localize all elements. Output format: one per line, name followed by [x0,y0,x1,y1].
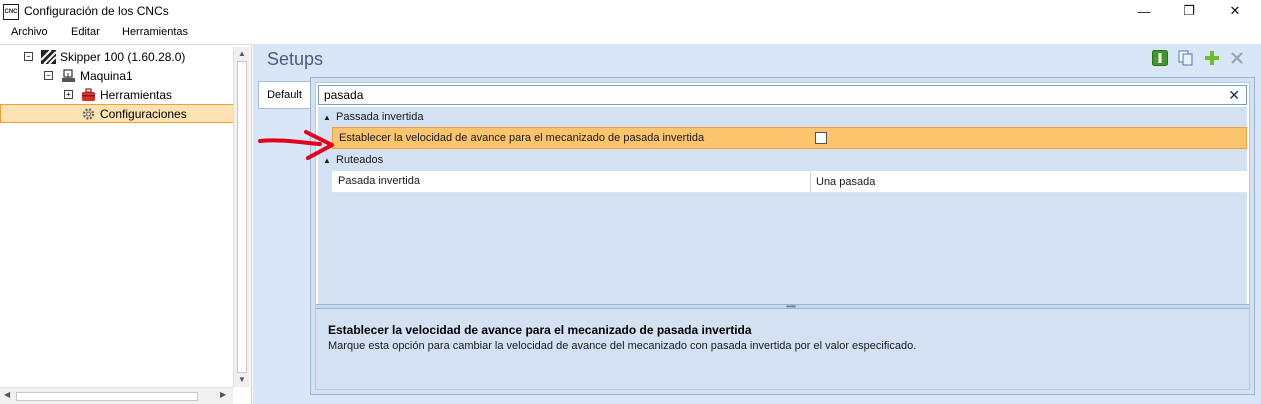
scroll-left-icon[interactable]: ◀ [4,390,10,399]
tree-node-configuraciones[interactable]: Configuraciones [81,104,187,123]
category-label: Passada invertida [336,111,424,123]
tab-default[interactable]: Default [258,81,310,109]
info-icon[interactable] [1151,49,1169,67]
app-icon-text: CNC [4,9,18,15]
help-panel: Establecer la velocidad de avance para e… [316,309,1249,389]
scroll-thumb[interactable] [237,61,247,373]
category-label: Ruteados [336,154,384,166]
machine-stripes-icon [40,48,57,65]
property-row[interactable]: Pasada invertida Una pasada [332,171,1247,193]
property-editor: ✕ ▲ Passada invertida Establecer la velo… [315,82,1250,390]
tree-panel: − Skipper 100 (1.60.28.0) − Maquina1 + H… [0,44,252,404]
property-value[interactable]: Una pasada [810,171,875,192]
tree-node-skipper[interactable]: − Skipper 100 (1.60.28.0) [24,47,185,66]
collapse-icon[interactable]: − [24,52,33,61]
scroll-right-icon[interactable]: ▶ [220,390,226,399]
minimize-button[interactable]: — [1121,0,1167,22]
setups-panel: Setups Default ✕ ▲ Passada invertida Est… [253,44,1261,404]
property-row-selected[interactable]: Establecer la velocidad de avance para e… [332,127,1247,149]
tree-node-label: Skipper 100 (1.60.28.0) [60,49,186,64]
clear-search-icon[interactable]: ✕ [1228,87,1240,104]
close-button[interactable]: ✕ [1212,0,1258,22]
app-icon: CNC [3,4,19,20]
menu-editar[interactable]: Editar [71,26,100,38]
property-grid: ▲ Passada invertida Establecer la veloci… [318,107,1247,304]
category-passada-invertida[interactable]: ▲ Passada invertida [318,107,1247,127]
toolbox-icon [81,87,96,102]
search-input[interactable] [319,86,1199,104]
machine-icon [61,68,76,83]
setup-content-frame: ✕ ▲ Passada invertida Establecer la velo… [310,77,1255,395]
collapse-icon[interactable]: − [44,71,53,80]
scroll-up-icon[interactable]: ▲ [238,49,246,58]
tree-horizontal-scrollbar[interactable]: ◀ ▶ [0,387,233,404]
window-title: Configuración de los CNCs [24,4,169,18]
help-title: Establecer la velocidad de avance para e… [328,323,752,337]
expand-icon[interactable]: + [64,90,73,99]
menu-herramientas[interactable]: Herramientas [122,26,188,38]
tree-vertical-scrollbar[interactable]: ▲ ▼ [233,47,250,387]
property-name: Pasada invertida [338,175,420,187]
gear-icon [81,107,96,121]
help-description: Marque esta opción para cambiar la veloc… [328,340,917,352]
property-checkbox[interactable] [815,132,827,144]
maximize-button[interactable]: ❐ [1166,0,1212,22]
copy-icon[interactable] [1177,49,1195,67]
collapse-caret-icon[interactable]: ▲ [318,113,336,122]
red-arrow-annotation [258,130,334,160]
tree-node-maquina1[interactable]: − Maquina1 [44,66,133,85]
add-icon[interactable] [1203,49,1221,67]
category-ruteados[interactable]: ▲ Ruteados [318,150,1247,170]
page-title: Setups [267,49,324,69]
menu-archivo[interactable]: Archivo [11,26,48,38]
tree-node-label: Herramientas [100,87,173,102]
property-name: Establecer la velocidad de avance para e… [339,132,705,144]
search-field[interactable]: ✕ [318,85,1247,105]
title-bar: CNC Configuración de los CNCs — ❐ ✕ [0,0,1261,24]
scroll-thumb[interactable] [16,392,198,401]
delete-icon[interactable] [1228,49,1246,67]
menu-bar: Archivo Editar Herramientas [0,24,1261,43]
scroll-down-icon[interactable]: ▼ [238,375,246,384]
tree-node-herramientas[interactable]: + Herramientas [64,85,172,104]
tree-node-label: Configuraciones [100,106,187,121]
tree-node-label: Maquina1 [80,68,133,83]
